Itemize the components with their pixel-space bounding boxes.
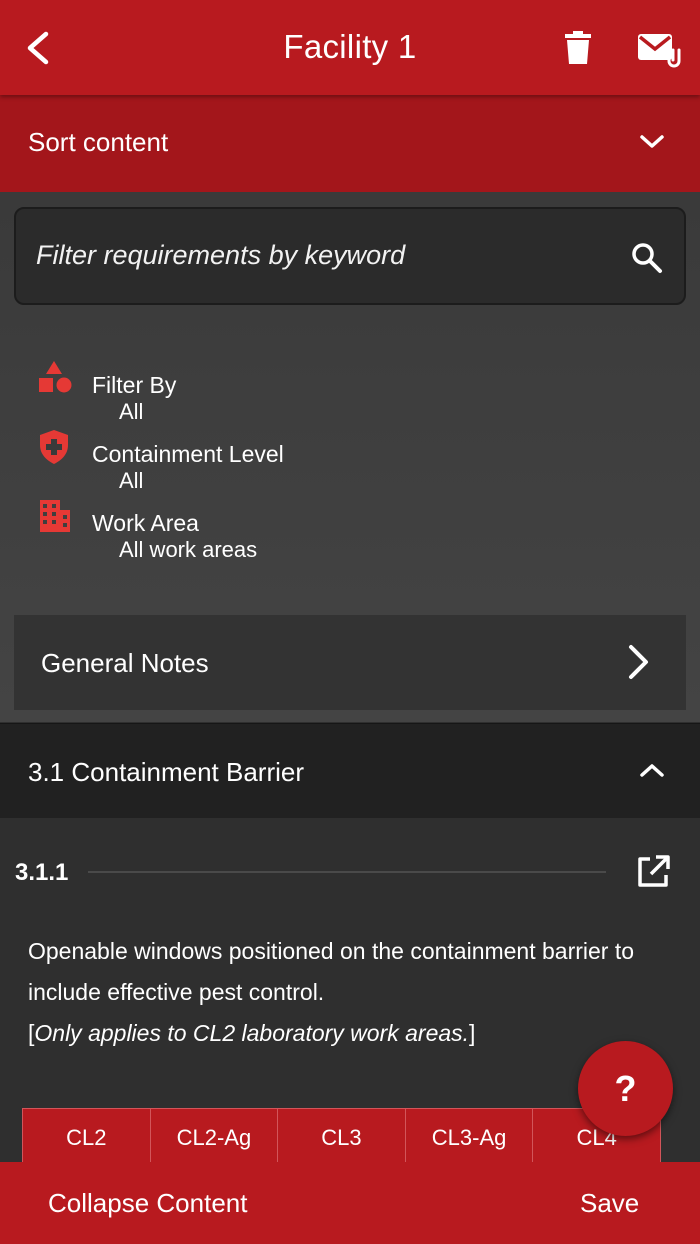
building-icon xyxy=(40,500,70,532)
tab-cl3-ag[interactable]: CL3-Ag xyxy=(406,1109,534,1167)
work-area-label: Work Area xyxy=(92,510,199,536)
search-input[interactable]: Filter requirements by keyword xyxy=(14,207,686,305)
note-italic-text: Only applies to CL2 laboratory work area… xyxy=(34,1020,470,1046)
filter-by-label: Filter By xyxy=(92,372,177,398)
tab-cl2-ag[interactable]: CL2-Ag xyxy=(151,1109,279,1167)
work-area-value: All work areas xyxy=(119,537,258,562)
tab-cl3[interactable]: CL3 xyxy=(278,1109,406,1167)
section-title: 3.1 Containment Barrier xyxy=(28,757,305,787)
tab-cl2[interactable]: CL2 xyxy=(23,1109,151,1167)
footer-bar: Collapse Content Save xyxy=(0,1162,700,1244)
requirement-number: 3.1.1 xyxy=(15,859,69,886)
sort-content-bar[interactable]: Sort content xyxy=(0,95,700,192)
filter-by-value: All xyxy=(119,399,144,424)
note-close-bracket: ] xyxy=(469,1020,476,1046)
divider xyxy=(88,871,606,873)
trash-icon[interactable] xyxy=(562,30,594,66)
search-placeholder: Filter requirements by keyword xyxy=(36,240,406,270)
sort-content-label: Sort content xyxy=(28,127,169,157)
collapse-content-button[interactable]: Collapse Content xyxy=(48,1188,247,1219)
containment-level-tabs: CL2 CL2-Ag CL3 CL3-Ag CL4 xyxy=(22,1108,661,1168)
requirement-text: Openable windows positioned on the conta… xyxy=(28,938,635,1005)
chevron-up-icon xyxy=(640,764,664,777)
chevron-right-icon xyxy=(629,645,648,679)
containment-level-value: All xyxy=(119,468,144,493)
general-notes-label: General Notes xyxy=(41,648,209,678)
shield-plus-icon xyxy=(40,430,68,464)
open-external-icon[interactable] xyxy=(634,853,672,891)
app-header: Facility 1 xyxy=(0,0,700,95)
shapes-icon xyxy=(39,361,72,393)
general-notes-button[interactable]: General Notes xyxy=(14,615,686,710)
save-button[interactable]: Save xyxy=(580,1188,639,1219)
chevron-down-icon xyxy=(640,135,664,148)
search-icon[interactable] xyxy=(630,241,664,275)
requirement-note: [Only applies to CL2 laboratory work are… xyxy=(28,1013,475,1053)
containment-level-label: Containment Level xyxy=(92,441,284,467)
mail-attachment-icon[interactable] xyxy=(636,30,682,70)
page-title: Facility 1 xyxy=(283,28,417,65)
section-header[interactable]: 3.1 Containment Barrier xyxy=(0,723,700,818)
help-button[interactable]: ? xyxy=(578,1041,673,1136)
